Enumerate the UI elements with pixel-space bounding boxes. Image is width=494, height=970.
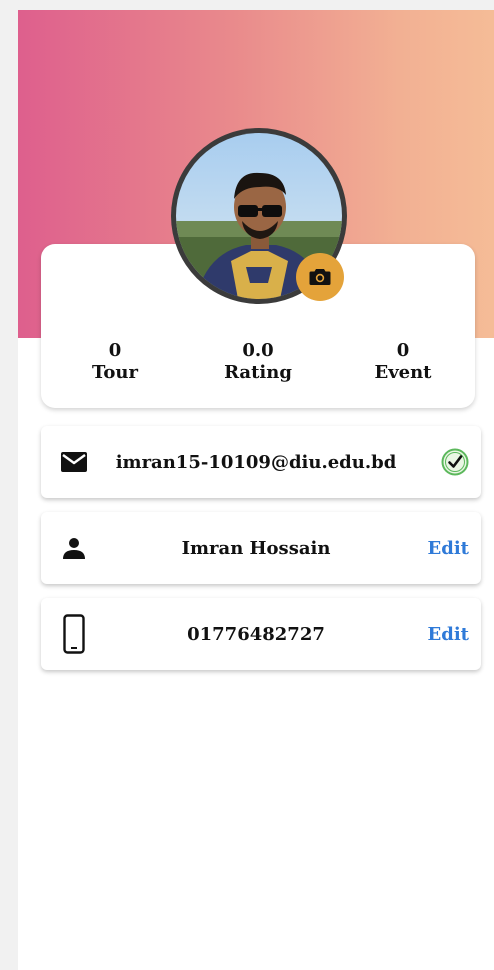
change-photo-button[interactable] xyxy=(296,253,344,301)
stat-rating-label: Rating xyxy=(224,362,292,383)
stat-tour-value: 0 xyxy=(108,340,122,361)
top-bar-strip xyxy=(0,0,494,10)
stat-rating-value: 0.0 xyxy=(242,340,274,361)
verified-check-icon xyxy=(441,426,469,498)
stat-event-value: 0 xyxy=(396,340,410,361)
phone-value: 01776482727 xyxy=(187,623,325,645)
phone-row: 01776482727 Edit xyxy=(41,598,481,670)
edit-name-button[interactable]: Edit xyxy=(428,512,469,584)
stat-tour[interactable]: 0 Tour xyxy=(55,340,175,384)
edit-phone-button[interactable]: Edit xyxy=(428,598,469,670)
name-row: Imran Hossain Edit xyxy=(41,512,481,584)
email-icon xyxy=(59,426,89,498)
name-value: Imran Hossain xyxy=(181,537,331,559)
stat-rating[interactable]: 0.0 Rating xyxy=(198,340,318,384)
person-icon xyxy=(59,512,89,584)
email-row: imran15-10109@diu.edu.bd xyxy=(41,426,481,498)
camera-icon xyxy=(309,269,331,285)
stat-event-label: Event xyxy=(374,362,432,383)
left-edge-strip xyxy=(0,0,18,970)
email-value: imran15-10109@diu.edu.bd xyxy=(115,451,397,473)
stat-event[interactable]: 0 Event xyxy=(343,340,463,384)
stat-tour-label: Tour xyxy=(92,362,138,383)
phone-icon xyxy=(59,598,89,670)
